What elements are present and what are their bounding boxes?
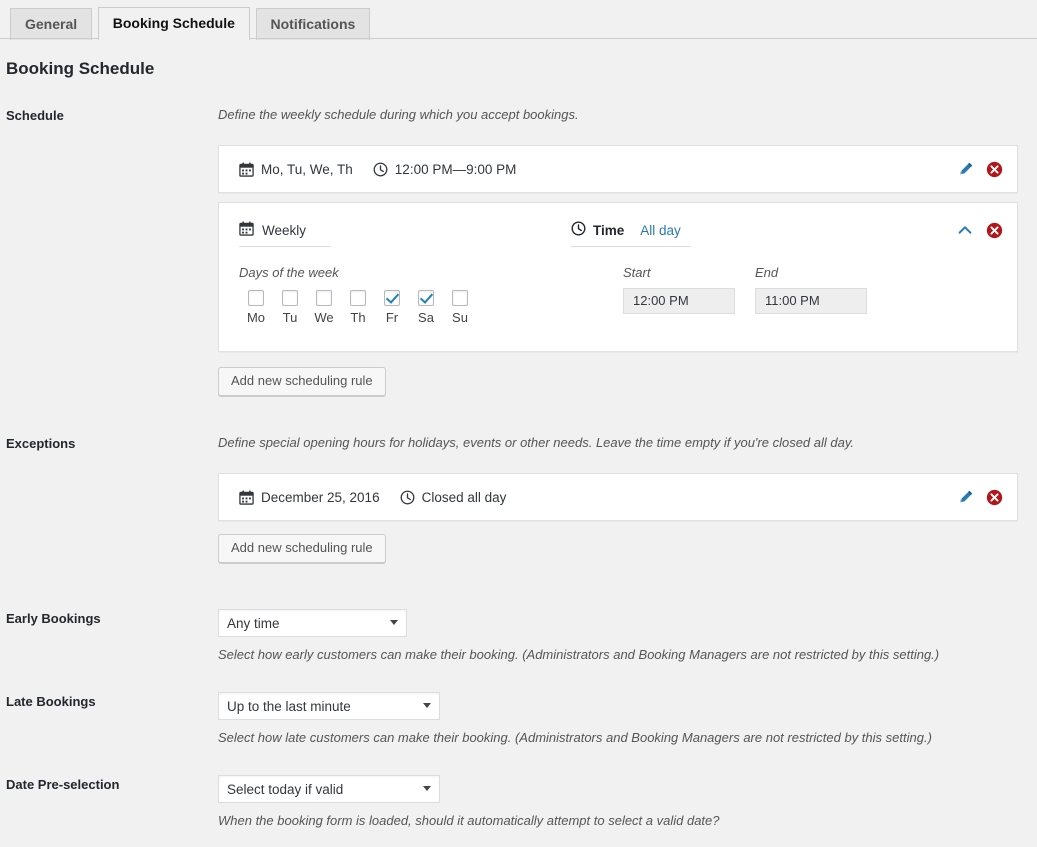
checkbox-tu[interactable] xyxy=(282,290,298,306)
schedule-rule-expanded: Weekly Time All day Days of the week Mo … xyxy=(218,202,1018,352)
exceptions-section: Exceptions Define special opening hours … xyxy=(0,434,1037,563)
start-time-field-group: Start xyxy=(623,265,735,325)
checkbox-mo[interactable] xyxy=(248,290,264,306)
edit-exception-button[interactable] xyxy=(957,489,974,506)
day-option-fr[interactable]: Fr xyxy=(375,290,409,325)
day-option-tu[interactable]: Tu xyxy=(273,290,307,325)
rule-summary-row[interactable]: Mo, Tu, We, Th 12:00 PM—9:00 PM xyxy=(219,146,1017,192)
days-of-week-checkboxes: Mo Tu We Th Fr Sa Su xyxy=(239,290,477,325)
checkbox-sa[interactable] xyxy=(418,290,434,306)
exceptions-description: Define special opening hours for holiday… xyxy=(218,435,854,450)
tab-notifications[interactable]: Notifications xyxy=(255,8,371,40)
day-label-mo: Mo xyxy=(246,310,266,325)
date-preselection-select-wrap: Select today if valid xyxy=(218,775,440,803)
collapse-rule-button[interactable] xyxy=(956,221,974,239)
schedule-rule-collapsed[interactable]: Mo, Tu, We, Th 12:00 PM—9:00 PM xyxy=(218,145,1018,193)
late-bookings-select[interactable]: Up to the last minute xyxy=(218,692,440,720)
late-bookings-section: Late Bookings Up to the last minute Sele… xyxy=(0,692,1037,746)
date-preselection-select[interactable]: Select today if valid xyxy=(218,775,440,803)
delete-rule-button[interactable] xyxy=(986,222,1003,239)
exception-date-text: December 25, 2016 xyxy=(261,489,380,505)
tab-general[interactable]: General xyxy=(10,8,93,40)
date-preselection-description: When the booking form is loaded, should … xyxy=(218,813,720,828)
tab-booking-schedule[interactable]: Booking Schedule xyxy=(97,7,250,40)
day-option-th[interactable]: Th xyxy=(341,290,375,325)
add-scheduling-rule-button-schedule[interactable]: Add new scheduling rule xyxy=(218,367,386,396)
day-label-sa: Sa xyxy=(418,310,434,325)
calendar-icon xyxy=(239,221,254,239)
time-mode-tab[interactable]: Time xyxy=(593,223,624,238)
rule-time-mode-selector: Time All day xyxy=(571,221,691,247)
checkbox-th[interactable] xyxy=(350,290,366,306)
early-bookings-select[interactable]: Any time xyxy=(218,609,407,637)
delete-exception-button[interactable] xyxy=(986,489,1003,506)
day-label-fr: Fr xyxy=(385,310,399,325)
schedule-label: Schedule xyxy=(6,108,64,123)
allday-mode-tab[interactable]: All day xyxy=(640,223,681,238)
exception-time-text: Closed all day xyxy=(421,489,507,505)
rule-days-summary: Mo, Tu, We, Th xyxy=(239,162,353,177)
schedule-description: Define the weekly schedule during which … xyxy=(218,107,579,122)
late-bookings-label: Late Bookings xyxy=(6,694,96,709)
rule-type-label: Weekly xyxy=(262,222,307,238)
date-preselection-label: Date Pre-selection xyxy=(6,777,120,792)
rule-time-text: 12:00 PM—9:00 PM xyxy=(394,161,517,177)
time-range-fields: Start End xyxy=(623,265,887,325)
day-option-mo[interactable]: Mo xyxy=(239,290,273,325)
exception-time-summary: Closed all day xyxy=(400,489,507,505)
exception-rule-collapsed[interactable]: December 25, 2016 Closed all day xyxy=(218,473,1018,521)
schedule-section: Schedule Define the weekly schedule duri… xyxy=(0,106,1037,396)
early-bookings-section: Early Bookings Any time Select how early… xyxy=(0,609,1037,663)
day-option-we[interactable]: We xyxy=(307,290,341,325)
day-label-tu: Tu xyxy=(282,310,298,325)
date-preselection-section: Date Pre-selection Select today if valid… xyxy=(0,775,1037,829)
rule-time-summary: 12:00 PM—9:00 PM xyxy=(373,161,517,177)
checkbox-su[interactable] xyxy=(452,290,468,306)
start-time-input[interactable] xyxy=(623,288,735,314)
day-label-we: We xyxy=(314,310,334,325)
clock-icon xyxy=(373,162,388,177)
rule-header-actions xyxy=(944,221,1003,239)
rule-expanded-header: Weekly Time All day xyxy=(219,203,1017,247)
early-bookings-label: Early Bookings xyxy=(6,611,101,626)
rule-days-text: Mo, Tu, We, Th xyxy=(261,161,353,177)
early-bookings-select-wrap: Any time xyxy=(218,609,407,637)
early-bookings-description: Select how early customers can make thei… xyxy=(218,647,940,662)
page-title: Booking Schedule xyxy=(6,59,155,78)
edit-rule-button[interactable] xyxy=(957,161,974,178)
settings-tab-bar: General Booking Schedule Notifications xyxy=(0,0,1037,40)
start-time-label: Start xyxy=(623,265,651,280)
calendar-icon xyxy=(239,490,254,505)
calendar-icon xyxy=(239,162,254,177)
checkbox-fr[interactable] xyxy=(384,290,400,306)
end-time-input[interactable] xyxy=(755,288,867,314)
day-label-su: Su xyxy=(452,310,468,325)
day-option-su[interactable]: Su xyxy=(443,290,477,325)
late-bookings-description: Select how late customers can make their… xyxy=(218,730,932,745)
delete-rule-button[interactable] xyxy=(986,161,1003,178)
rule-type-selector[interactable]: Weekly xyxy=(239,221,331,247)
rule-expanded-body: Days of the week Mo Tu We Th Fr Sa Su St… xyxy=(219,247,1017,351)
checkbox-we[interactable] xyxy=(316,290,332,306)
day-option-sa[interactable]: Sa xyxy=(409,290,443,325)
clock-icon xyxy=(400,490,415,505)
end-time-field-group: End xyxy=(755,265,867,325)
end-time-label: End xyxy=(755,265,779,280)
clock-icon xyxy=(571,221,586,239)
exception-summary-row[interactable]: December 25, 2016 Closed all day xyxy=(219,474,1017,520)
exception-date-summary: December 25, 2016 xyxy=(239,490,380,505)
day-label-th: Th xyxy=(350,310,366,325)
days-of-week-group: Days of the week Mo Tu We Th Fr Sa Su xyxy=(239,265,477,325)
exceptions-label: Exceptions xyxy=(6,436,76,451)
late-bookings-select-wrap: Up to the last minute xyxy=(218,692,440,720)
days-of-week-label: Days of the week xyxy=(239,265,339,280)
add-scheduling-rule-button-exceptions[interactable]: Add new scheduling rule xyxy=(218,534,386,563)
